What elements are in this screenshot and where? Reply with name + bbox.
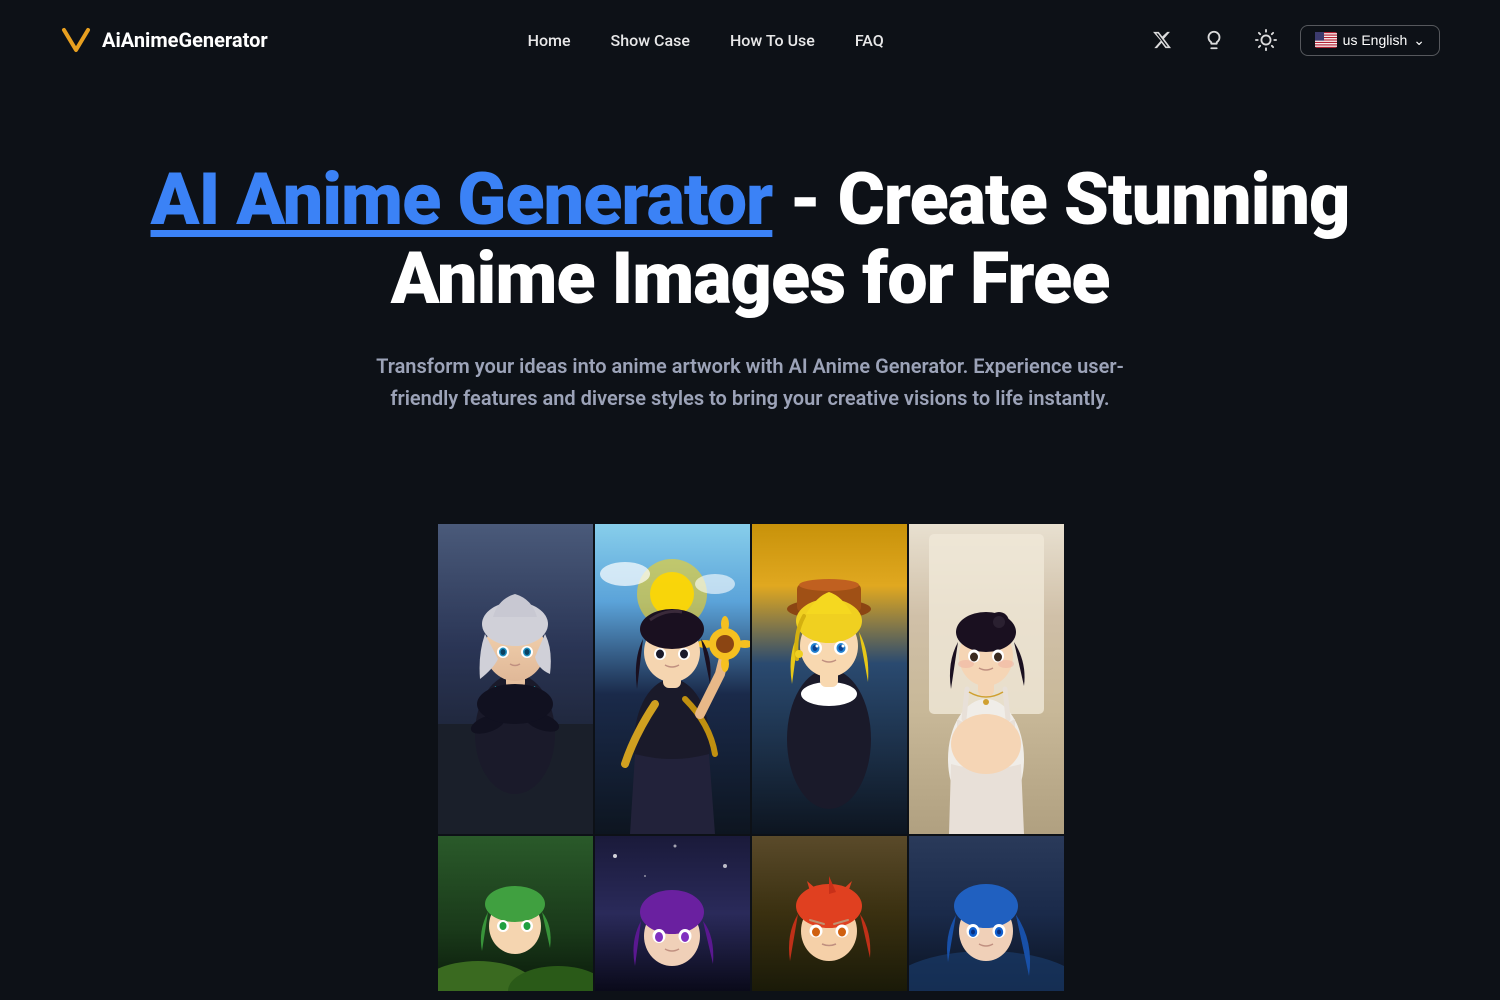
- bulb-icon: [1203, 29, 1225, 51]
- hero-title: AI Anime Generator - Create Stunning Ani…: [60, 160, 1440, 318]
- site-logo[interactable]: AiAnimeGenerator: [60, 24, 268, 56]
- anime-image-8: [909, 836, 1064, 991]
- twitter-icon: [1152, 30, 1172, 50]
- flag-icon: [1315, 32, 1337, 48]
- anime-image-3: [752, 524, 907, 834]
- anime-image-6: [595, 836, 750, 991]
- anime-image-4: [909, 524, 1064, 834]
- anime-image-5: [438, 836, 593, 991]
- anime-image-2: [595, 524, 750, 834]
- hero-section: AI Anime Generator - Create Stunning Ani…: [0, 80, 1500, 514]
- hero-title-highlight: AI Anime Generator: [151, 157, 773, 242]
- twitter-button[interactable]: [1144, 22, 1180, 58]
- logo-icon: [60, 24, 92, 56]
- chevron-down-icon: ⌄: [1413, 32, 1425, 49]
- nav-home[interactable]: Home: [528, 31, 571, 50]
- image-grid-container: [0, 524, 1500, 991]
- nav-how-to-use[interactable]: How To Use: [730, 31, 815, 50]
- language-button[interactable]: us English ⌄: [1300, 25, 1440, 56]
- bulb-button[interactable]: [1196, 22, 1232, 58]
- anime-image-7: [752, 836, 907, 991]
- anime-image-grid: [438, 524, 1062, 991]
- nav-showcase[interactable]: Show Case: [611, 31, 690, 50]
- nav-right: us English ⌄: [1144, 22, 1440, 58]
- site-name: AiAnimeGenerator: [102, 28, 268, 52]
- anime-image-1: [438, 524, 593, 834]
- navbar: AiAnimeGenerator Home Show Case How To U…: [0, 0, 1500, 80]
- nav-links: Home Show Case How To Use FAQ: [528, 31, 884, 50]
- nav-faq[interactable]: FAQ: [855, 31, 884, 50]
- theme-button[interactable]: [1248, 22, 1284, 58]
- language-label: us English: [1343, 32, 1408, 48]
- sun-icon: [1255, 29, 1277, 51]
- hero-subtitle: Transform your ideas into anime artwork …: [360, 350, 1140, 414]
